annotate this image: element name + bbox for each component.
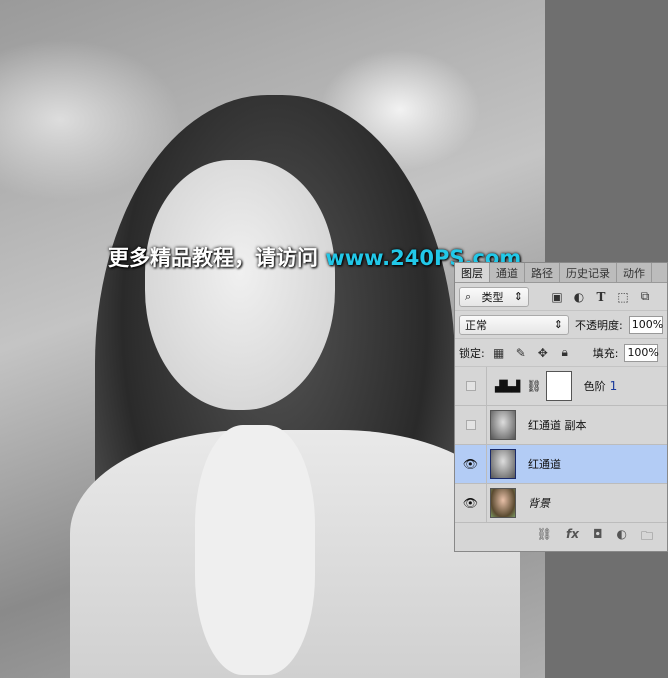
adjustment-layer-icon[interactable]: ◐ (617, 527, 627, 548)
layer-name: 红通道 副本 (528, 419, 587, 432)
tab-history[interactable]: 历史记录 (560, 263, 617, 282)
opacity-label: 不透明度: (575, 318, 623, 332)
lock-row: 锁定: ▦ ✎ ✥ 🔒︎ 填充: 100% (455, 339, 667, 367)
photo-hands (195, 425, 315, 675)
link-icon[interactable]: ⛓ (526, 379, 541, 393)
tab-layers[interactable]: 图层 (455, 263, 490, 282)
layer-background[interactable]: 👁︎ 背景 (455, 484, 667, 523)
layer-name: 背景 (528, 497, 550, 510)
layer-levels[interactable]: ▟▙▟ ⛓ 色阶 1 (455, 367, 667, 406)
fill-input[interactable]: 100% (624, 343, 659, 362)
tab-channels[interactable]: 通道 (490, 263, 525, 282)
blend-mode-select[interactable]: 正常 ⇕ (459, 314, 569, 335)
lock-label: 锁定: (459, 346, 485, 360)
photo-face (145, 160, 335, 410)
add-mask-icon[interactable]: ◘ (593, 527, 603, 548)
layer-mask-thumbnail (545, 371, 572, 401)
updown-icon: ⇕ (513, 290, 523, 303)
eye-icon[interactable]: 👁︎ (463, 496, 478, 510)
layer-thumbnail (490, 449, 516, 479)
layer-thumbnail (490, 410, 516, 440)
type-filter-icon[interactable]: T (593, 290, 609, 304)
layer-red-channel[interactable]: 👁︎ 红通道 (455, 445, 667, 484)
fx-icon[interactable]: fx (566, 527, 579, 548)
fill-label: 填充: (592, 346, 619, 360)
filter-row: ⌕ 类型 ⇕ ▣ ◐ T ⬚ ⧉ (455, 283, 667, 311)
smart-object-filter-icon[interactable]: ⧉ (637, 289, 653, 304)
blend-mode-value: 正常 (465, 318, 487, 332)
visibility-toggle[interactable] (465, 381, 476, 391)
layer-name: 色阶 (583, 380, 606, 393)
watermark-text: 更多精品教程，请访问 (108, 246, 318, 270)
layer-number: 1 (609, 379, 618, 393)
filter-label: 类型 (481, 290, 504, 304)
lock-all-icon[interactable]: 🔒︎ (557, 345, 573, 360)
image-filter-icon[interactable]: ▣ (549, 290, 565, 304)
tab-actions[interactable]: 动作 (617, 263, 652, 282)
lock-transparent-icon[interactable]: ▦ (491, 346, 507, 360)
lock-move-icon[interactable]: ✥ (535, 346, 551, 360)
layers-panel: 图层 通道 路径 历史记录 动作 ⌕ 类型 ⇕ ▣ ◐ T ⬚ ⧉ 正常 ⇕ 不透明度… (454, 262, 668, 552)
panel-footer: ⛓ fx ◘ ◐ 🗀 (455, 523, 667, 552)
updown-icon: ⇕ (553, 318, 563, 331)
visibility-toggle[interactable] (465, 420, 476, 430)
tab-paths[interactable]: 路径 (525, 263, 560, 282)
filter-select[interactable]: ⌕ 类型 ⇕ (459, 286, 529, 307)
link-layers-icon[interactable]: ⛓ (537, 527, 552, 548)
lock-paint-icon[interactable]: ✎ (513, 346, 529, 360)
opacity-input[interactable]: 100% (628, 315, 663, 334)
layer-thumbnail (490, 488, 516, 518)
new-group-icon[interactable]: 🗀 (641, 527, 653, 548)
levels-icon: ▟▙▟ (495, 379, 521, 393)
adjustment-filter-icon[interactable]: ◐ (571, 290, 587, 304)
eye-icon[interactable]: 👁︎ (463, 457, 478, 471)
blend-row: 正常 ⇕ 不透明度: 100% (455, 311, 667, 339)
search-icon: ⌕ (465, 289, 472, 303)
layer-name: 红通道 (528, 458, 561, 471)
shape-filter-icon[interactable]: ⬚ (615, 290, 631, 304)
layer-red-channel-copy[interactable]: 红通道 副本 (455, 406, 667, 445)
panel-tabs: 图层 通道 路径 历史记录 动作 (455, 263, 667, 283)
